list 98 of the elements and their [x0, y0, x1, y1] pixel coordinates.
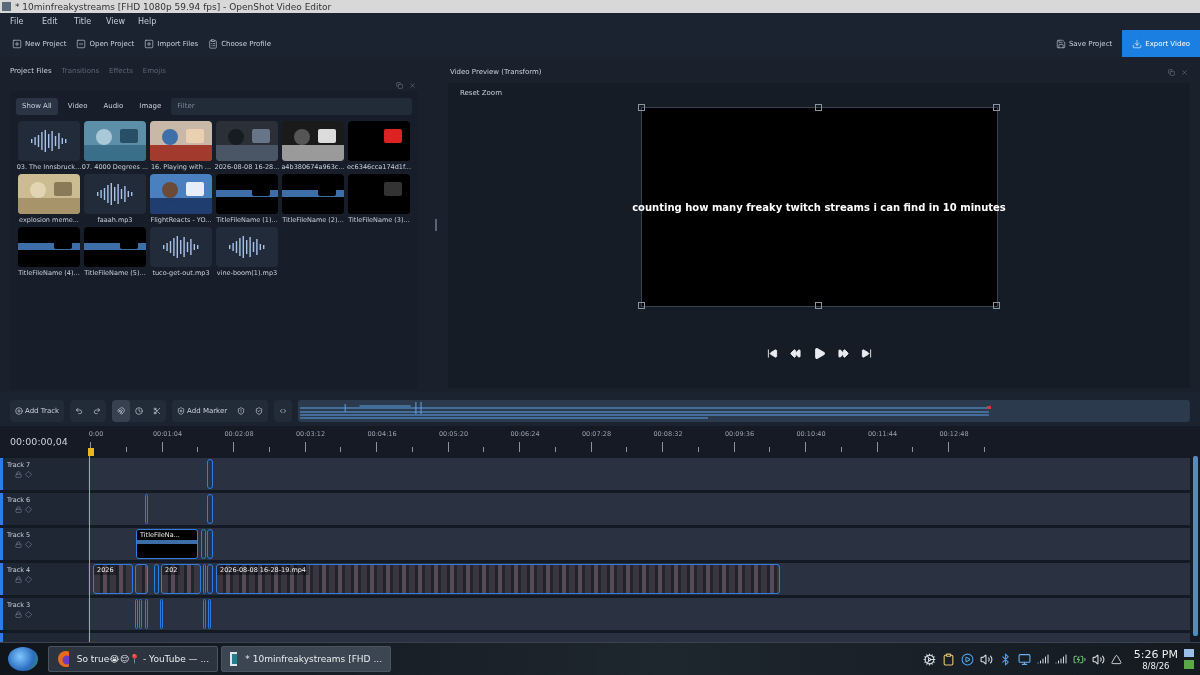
- taskbar-button[interactable]: * 10minfreakystreams [FHD ...: [221, 646, 391, 672]
- window-title: * 10minfreakystreams [FHD 1080p 59.94 fps] - OpenShot Video Editor: [15, 1, 332, 12]
- file-thumbnail[interactable]: [216, 121, 278, 161]
- plus-circle-icon: [15, 407, 23, 415]
- show-desktop-icon[interactable]: [1184, 648, 1194, 670]
- waveform-icon: [95, 182, 135, 206]
- waveform-icon: [161, 235, 201, 259]
- clipboard-icon[interactable]: [941, 652, 955, 666]
- transform-handle[interactable]: [815, 302, 822, 309]
- timeline-overview-drawing[interactable]: [298, 400, 1190, 422]
- splitter-handle-icon[interactable]: [435, 218, 437, 231]
- volume-icon[interactable]: [979, 652, 993, 666]
- undo-icon: [75, 407, 84, 415]
- magnet-icon: [117, 407, 126, 415]
- transform-handle[interactable]: [992, 302, 1000, 309]
- file-thumbnail[interactable]: [150, 174, 212, 214]
- clip-edge[interactable]: [203, 564, 206, 594]
- file-thumbnail[interactable]: [150, 227, 212, 267]
- file-thumbnail[interactable]: [150, 121, 212, 161]
- clip-edge[interactable]: [207, 494, 213, 524]
- clock-icon: [135, 407, 144, 415]
- volume-icon[interactable]: [1091, 652, 1105, 666]
- rewind-icon[interactable]: [789, 348, 801, 359]
- redo-icon: [93, 407, 102, 415]
- keyframe-icon[interactable]: [25, 611, 32, 618]
- scissors-icon: [153, 407, 162, 415]
- gear-icon[interactable]: [922, 652, 936, 666]
- play-icon[interactable]: [812, 347, 826, 360]
- video-clip[interactable]: [135, 564, 148, 594]
- transform-handle[interactable]: [637, 104, 645, 111]
- clip-edge[interactable]: [207, 529, 213, 559]
- timecode: 00:00:00,04: [9, 435, 69, 449]
- waveform-icon: [29, 129, 69, 153]
- transform-handle[interactable]: [637, 302, 645, 309]
- shield-icon: [255, 407, 264, 415]
- file-thumbnail[interactable]: [216, 227, 278, 267]
- scrollbar[interactable]: [1193, 456, 1198, 636]
- menu-item[interactable]: Edit: [42, 17, 74, 26]
- clipboard-icon: [208, 38, 219, 49]
- keyframe-icon[interactable]: [25, 541, 32, 548]
- lock-icon[interactable]: [15, 471, 22, 478]
- clip-edge[interactable]: [207, 564, 213, 594]
- keyframe-icon[interactable]: [25, 506, 32, 513]
- clock-time[interactable]: 5:26 PM: [1133, 647, 1178, 661]
- clip-edge[interactable]: [139, 599, 142, 629]
- transform-handle[interactable]: [815, 104, 822, 111]
- file-thumbnail[interactable]: [18, 174, 80, 214]
- clip-edge[interactable]: [207, 459, 213, 489]
- close-icon[interactable]: [409, 81, 416, 89]
- file-thumbnail[interactable]: [18, 121, 80, 161]
- clip-edge[interactable]: [203, 599, 206, 629]
- jump-end-icon[interactable]: [860, 348, 872, 359]
- start-button[interactable]: [8, 647, 38, 671]
- menu-item[interactable]: Help: [138, 17, 170, 26]
- snapping-button[interactable]: [112, 400, 131, 422]
- float-icon[interactable]: [1168, 68, 1175, 76]
- browser-icon: [57, 650, 69, 668]
- file-thumbnail[interactable]: [282, 121, 344, 161]
- transform-handle[interactable]: [992, 104, 1000, 111]
- plus-square-icon: [144, 38, 155, 49]
- media-player-icon[interactable]: [960, 652, 974, 666]
- waveform-icon: [227, 235, 267, 259]
- menu-item[interactable]: File: [10, 17, 42, 26]
- lock-icon[interactable]: [15, 576, 22, 583]
- float-icon[interactable]: [396, 81, 403, 89]
- app-icon: [2, 2, 11, 11]
- plus-square-icon: [12, 38, 22, 49]
- clip-edge[interactable]: [160, 599, 163, 629]
- app-icon: [230, 652, 238, 666]
- shield-icon: [237, 407, 246, 415]
- close-icon[interactable]: [1181, 68, 1188, 76]
- lock-icon[interactable]: [15, 541, 22, 548]
- clip-edge[interactable]: [135, 599, 138, 629]
- network-icon[interactable]: [1017, 652, 1031, 666]
- minus-square-icon: [76, 38, 87, 49]
- menu-item[interactable]: Title: [74, 17, 106, 26]
- jump-start-icon[interactable]: [766, 348, 778, 359]
- clip-edge[interactable]: [201, 529, 206, 559]
- clock-date[interactable]: 8/8/26: [1142, 660, 1170, 671]
- lock-icon[interactable]: [15, 506, 22, 513]
- taskbar-button[interactable]: So true😭😌📍 - YouTube — ...: [48, 646, 218, 672]
- caption-text: counting how many freaky twitch streams i can find in 10 minutes: [632, 201, 1006, 213]
- download-icon: [1132, 38, 1143, 49]
- keyframe-icon[interactable]: [25, 471, 32, 478]
- fast-forward-icon[interactable]: [837, 348, 849, 359]
- save-icon: [1055, 38, 1066, 49]
- keyframe-icon[interactable]: [25, 576, 32, 583]
- file-thumbnail[interactable]: [84, 174, 146, 214]
- file-thumbnail[interactable]: [84, 121, 146, 161]
- eject-icon[interactable]: [1110, 653, 1122, 665]
- arrows-icon: [279, 407, 288, 415]
- clip-edge[interactable]: [145, 599, 148, 629]
- shield-plus-icon: [177, 407, 186, 415]
- lock-icon[interactable]: [15, 611, 22, 618]
- clip-edge[interactable]: [208, 599, 211, 629]
- menu-item[interactable]: View: [106, 17, 138, 26]
- clip-edge[interactable]: [154, 564, 159, 594]
- clip-edge[interactable]: [145, 494, 148, 524]
